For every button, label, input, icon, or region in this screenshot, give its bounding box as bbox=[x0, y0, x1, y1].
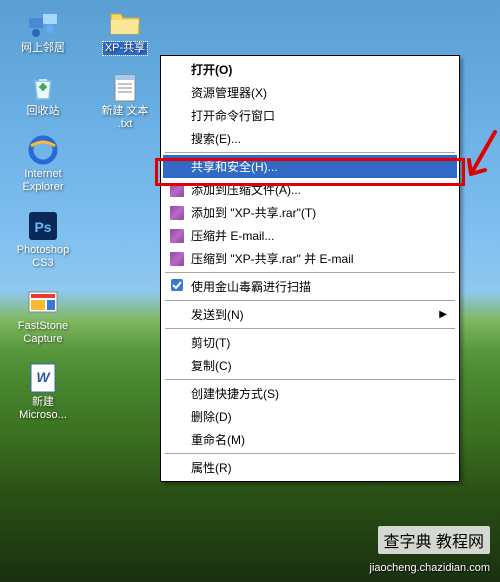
internet-explorer-icon[interactable]: Internet Explorer bbox=[8, 134, 78, 194]
winrar-icon bbox=[169, 228, 185, 244]
desktop-icon-label: XP-共享 bbox=[103, 42, 147, 55]
desktop-icon-label: Internet Explorer bbox=[21, 168, 66, 194]
desktop-icon-image bbox=[27, 286, 59, 318]
recycle-bin-icon[interactable]: 回收站 bbox=[8, 71, 78, 118]
menu-item-icon-spacer bbox=[169, 85, 185, 101]
menu-item-icon-spacer bbox=[169, 409, 185, 425]
menu-item-icon-spacer bbox=[169, 460, 185, 476]
svg-text:Ps: Ps bbox=[34, 219, 51, 235]
menu-separator bbox=[165, 152, 455, 153]
desktop-icon-label: 网上邻居 bbox=[19, 42, 67, 55]
desktop-icon-image bbox=[27, 134, 59, 166]
menu-item-icon-spacer bbox=[169, 386, 185, 402]
menu-item[interactable]: 重命名(M) bbox=[163, 428, 457, 451]
desktop-icon-label: Photoshop CS3 bbox=[15, 244, 72, 270]
menu-item[interactable]: 属性(R) bbox=[163, 456, 457, 479]
winrar-icon bbox=[170, 252, 184, 266]
menu-item-label: 创建快捷方式(S) bbox=[191, 385, 447, 402]
scan-icon bbox=[170, 278, 184, 295]
winrar-icon bbox=[170, 206, 184, 220]
menu-item-label: 压缩到 "XP-共享.rar" 并 E-mail bbox=[191, 250, 447, 267]
menu-separator bbox=[165, 379, 455, 380]
menu-item[interactable]: 发送到(N)▶ bbox=[163, 303, 457, 326]
desktop-icons-col1: 网上邻居 回收站 Internet Explorer Ps Photoshop … bbox=[8, 8, 78, 422]
menu-item-icon-spacer bbox=[169, 131, 185, 147]
menu-item-label: 剪切(T) bbox=[191, 334, 447, 351]
menu-item-label: 属性(R) bbox=[191, 459, 447, 476]
desktop-icon-label: 回收站 bbox=[25, 105, 62, 118]
menu-item-label: 资源管理器(X) bbox=[191, 84, 447, 101]
menu-item[interactable]: 添加到压缩文件(A)... bbox=[163, 178, 457, 201]
folder-xp-share-icon[interactable]: XP-共享 bbox=[90, 8, 160, 55]
menu-separator bbox=[165, 272, 455, 273]
menu-item[interactable]: 使用金山毒霸进行扫描 bbox=[163, 275, 457, 298]
menu-item-icon-spacer bbox=[169, 335, 185, 351]
menu-item[interactable]: 删除(D) bbox=[163, 405, 457, 428]
winrar-icon bbox=[170, 183, 184, 197]
menu-separator bbox=[165, 453, 455, 454]
svg-text:W: W bbox=[36, 369, 51, 385]
menu-item-label: 发送到(N) bbox=[191, 306, 439, 323]
desktop-icons-col2: XP-共享 新建 文本 .txt bbox=[90, 8, 160, 131]
menu-item-label: 打开(O) bbox=[191, 61, 447, 78]
submenu-arrow-icon: ▶ bbox=[439, 309, 447, 320]
menu-item-label: 复制(C) bbox=[191, 357, 447, 374]
notepad-icon bbox=[109, 71, 141, 103]
folder-icon bbox=[109, 8, 141, 40]
desktop-icon-image: W bbox=[27, 362, 59, 394]
menu-item[interactable]: 压缩到 "XP-共享.rar" 并 E-mail bbox=[163, 247, 457, 270]
menu-item-label: 重命名(M) bbox=[191, 431, 447, 448]
menu-item[interactable]: 添加到 "XP-共享.rar"(T) bbox=[163, 201, 457, 224]
winrar-icon bbox=[169, 182, 185, 198]
menu-item[interactable]: 打开(O) bbox=[163, 58, 457, 81]
menu-separator bbox=[165, 328, 455, 329]
desktop-icon-label: 新建 文本 .txt bbox=[99, 105, 150, 131]
menu-item[interactable]: 剪切(T) bbox=[163, 331, 457, 354]
menu-item[interactable]: 压缩并 E-mail... bbox=[163, 224, 457, 247]
menu-item-icon-spacer bbox=[169, 108, 185, 124]
menu-item[interactable]: 搜索(E)... bbox=[163, 127, 457, 150]
annotation-arrow-icon bbox=[465, 128, 499, 191]
menu-item[interactable]: 创建快捷方式(S) bbox=[163, 382, 457, 405]
menu-item-icon-spacer bbox=[169, 358, 185, 374]
menu-item-icon-spacer bbox=[169, 432, 185, 448]
menu-item-label: 添加到 "XP-共享.rar"(T) bbox=[191, 204, 447, 221]
menu-item[interactable]: 共享和安全(H)... bbox=[163, 155, 457, 178]
menu-item-label: 搜索(E)... bbox=[191, 130, 447, 147]
menu-item-label: 压缩并 E-mail... bbox=[191, 227, 447, 244]
menu-item-icon-spacer bbox=[169, 62, 185, 78]
menu-item-label: 删除(D) bbox=[191, 408, 447, 425]
menu-item-label: 添加到压缩文件(A)... bbox=[191, 181, 447, 198]
desktop-icon-image bbox=[27, 8, 59, 40]
context-menu: 打开(O) 资源管理器(X) 打开命令行窗口搜索(E)... 共享和安全(H)... 添… bbox=[160, 55, 460, 482]
word-icon[interactable]: W 新建 Microso... bbox=[8, 362, 78, 422]
watermark-main: 查字典 教程网 bbox=[378, 526, 490, 554]
winrar-icon bbox=[169, 251, 185, 267]
desktop-icon-label: 新建 Microso... bbox=[17, 396, 69, 422]
watermark-url: jiaocheng.chazidian.com bbox=[370, 562, 490, 574]
menu-separator bbox=[165, 300, 455, 301]
menu-item[interactable]: 复制(C) bbox=[163, 354, 457, 377]
faststone-icon[interactable]: FastStone Capture bbox=[8, 286, 78, 346]
photoshop-icon[interactable]: Ps Photoshop CS3 bbox=[8, 210, 78, 270]
desktop-icon-label: FastStone Capture bbox=[16, 320, 70, 346]
menu-item-icon-spacer bbox=[169, 159, 185, 175]
menu-item-icon-spacer bbox=[169, 307, 185, 323]
winrar-icon bbox=[170, 229, 184, 243]
desktop: 网上邻居 回收站 Internet Explorer Ps Photoshop … bbox=[0, 0, 500, 582]
menu-item-label: 打开命令行窗口 bbox=[191, 107, 447, 124]
scan-icon bbox=[169, 279, 185, 295]
text-file-icon[interactable]: 新建 文本 .txt bbox=[90, 71, 160, 131]
desktop-icon-image bbox=[27, 71, 59, 103]
desktop-icon-image: Ps bbox=[27, 210, 59, 242]
menu-item-label: 使用金山毒霸进行扫描 bbox=[191, 278, 447, 295]
network-neighborhood-icon[interactable]: 网上邻居 bbox=[8, 8, 78, 55]
winrar-icon bbox=[169, 205, 185, 221]
menu-item[interactable]: 打开命令行窗口 bbox=[163, 104, 457, 127]
menu-item[interactable]: 资源管理器(X) bbox=[163, 81, 457, 104]
menu-item-label: 共享和安全(H)... bbox=[191, 158, 447, 175]
